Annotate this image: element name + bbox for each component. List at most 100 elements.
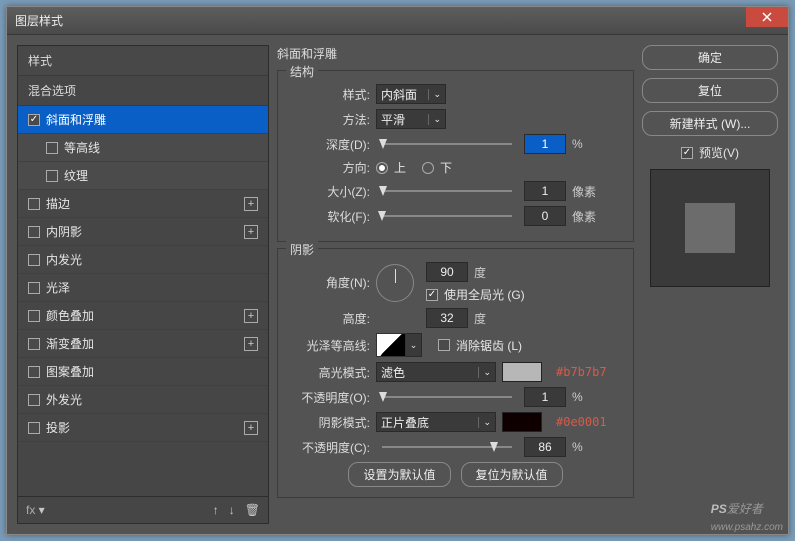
shadow-opacity-slider[interactable] [382, 446, 512, 448]
antialias-label: 消除锯齿 (L) [456, 337, 522, 354]
unit: % [572, 137, 583, 151]
effect-label: 图案叠加 [46, 363, 94, 380]
depth-label: 深度(D): [288, 136, 370, 153]
preview-checkbox[interactable] [681, 147, 693, 159]
depth-input[interactable]: 1 [524, 134, 566, 154]
checkbox[interactable] [28, 394, 40, 406]
close-button[interactable] [746, 7, 788, 27]
plus-icon[interactable]: + [244, 309, 258, 323]
highlight-mode-select[interactable]: 滤色⌄ [376, 362, 496, 382]
styles-heading[interactable]: 样式 [18, 46, 268, 76]
checkbox[interactable] [28, 114, 40, 126]
blend-options-heading[interactable]: 混合选项 [18, 76, 268, 106]
plus-icon[interactable]: + [244, 421, 258, 435]
effect-pattern-overlay[interactable]: 图案叠加 [18, 358, 268, 386]
highlight-color-swatch[interactable] [502, 362, 542, 382]
preview-label: 预览(V) [699, 144, 739, 161]
soften-label: 软化(F): [288, 208, 370, 225]
angle-dial[interactable] [376, 264, 414, 302]
titlebar[interactable]: 图层样式 [7, 7, 788, 35]
checkbox[interactable] [28, 226, 40, 238]
shadow-opacity-input[interactable]: 86 [524, 437, 566, 457]
ok-button[interactable]: 确定 [642, 45, 778, 70]
checkbox[interactable] [28, 282, 40, 294]
structure-group: 结构 样式: 内斜面⌄ 方法: 平滑⌄ 深度(D): 1 % 方向: [277, 70, 634, 242]
effect-color-overlay[interactable]: 颜色叠加 + [18, 302, 268, 330]
shadow-opacity-label: 不透明度(C): [288, 439, 370, 456]
plus-icon[interactable]: + [244, 225, 258, 239]
effects-sidebar: 样式 混合选项 斜面和浮雕 等高线 纹理 [17, 45, 269, 524]
dialog-window: 图层样式 样式 混合选项 斜面和浮雕 等高线 [6, 6, 789, 535]
shadow-color-note: #0e0001 [556, 415, 607, 429]
checkbox[interactable] [28, 338, 40, 350]
group-title: 阴影 [286, 241, 318, 258]
checkbox[interactable] [46, 142, 58, 154]
shading-group: 阴影 角度(N): 90 度 使用全局光 (G) [277, 248, 634, 498]
effects-list: 斜面和浮雕 等高线 纹理 描边 + [18, 106, 268, 496]
plus-icon[interactable]: + [244, 337, 258, 351]
depth-slider[interactable] [382, 143, 512, 145]
shadow-color-swatch[interactable] [502, 412, 542, 432]
reset-default-button[interactable]: 复位为默认值 [461, 462, 563, 487]
angle-label: 角度(N): [288, 274, 370, 291]
preview-inner [685, 203, 735, 253]
panel-title: 斜面和浮雕 [277, 45, 634, 62]
effect-inner-glow[interactable]: 内发光 [18, 246, 268, 274]
method-label: 方法: [288, 111, 370, 128]
effect-outer-glow[interactable]: 外发光 [18, 386, 268, 414]
fx-menu-button[interactable]: fx ▾ [26, 503, 45, 517]
antialias-checkbox[interactable] [438, 339, 450, 351]
gloss-contour-picker[interactable] [376, 333, 406, 357]
size-label: 大小(Z): [288, 183, 370, 200]
checkbox[interactable] [28, 422, 40, 434]
highlight-color-note: #b7b7b7 [556, 365, 607, 379]
altitude-input[interactable]: 32 [426, 308, 468, 328]
move-up-icon[interactable]: ↑ [213, 503, 219, 517]
plus-icon[interactable]: + [244, 197, 258, 211]
right-panel: 确定 复位 新建样式 (W)... 预览(V) [642, 45, 778, 524]
new-style-button[interactable]: 新建样式 (W)... [642, 111, 778, 136]
cancel-button[interactable]: 复位 [642, 78, 778, 103]
checkbox[interactable] [46, 170, 58, 182]
effect-stroke[interactable]: 描边 + [18, 190, 268, 218]
effect-contour[interactable]: 等高线 [18, 134, 268, 162]
unit: 像素 [572, 183, 596, 200]
effect-satin[interactable]: 光泽 [18, 274, 268, 302]
effect-label: 投影 [46, 419, 70, 436]
size-input[interactable]: 1 [524, 181, 566, 201]
soften-input[interactable]: 0 [524, 206, 566, 226]
highlight-opacity-input[interactable]: 1 [524, 387, 566, 407]
direction-down-radio[interactable] [422, 162, 434, 174]
effect-label: 内发光 [46, 251, 82, 268]
size-slider[interactable] [382, 190, 512, 192]
direction-up-radio[interactable] [376, 162, 388, 174]
global-light-checkbox[interactable] [426, 289, 438, 301]
effect-bevel-emboss[interactable]: 斜面和浮雕 [18, 106, 268, 134]
gloss-dropdown[interactable]: ⌄ [406, 333, 422, 357]
soften-slider[interactable] [382, 215, 512, 217]
up-label: 上 [394, 159, 406, 176]
highlight-opacity-slider[interactable] [382, 396, 512, 398]
trash-icon[interactable]: 🗑 [245, 503, 260, 517]
checkbox[interactable] [28, 366, 40, 378]
style-select[interactable]: 内斜面⌄ [376, 84, 446, 104]
watermark: PS爱好者 www.psahz.com [711, 500, 783, 533]
checkbox[interactable] [28, 198, 40, 210]
effect-drop-shadow[interactable]: 投影 + [18, 414, 268, 442]
effect-texture[interactable]: 纹理 [18, 162, 268, 190]
effect-inner-shadow[interactable]: 内阴影 + [18, 218, 268, 246]
gloss-label: 光泽等高线: [288, 337, 370, 354]
shadow-mode-label: 阴影模式: [288, 414, 370, 431]
angle-input[interactable]: 90 [426, 262, 468, 282]
close-icon [762, 12, 772, 22]
method-select[interactable]: 平滑⌄ [376, 109, 446, 129]
checkbox[interactable] [28, 254, 40, 266]
checkbox[interactable] [28, 310, 40, 322]
set-default-button[interactable]: 设置为默认值 [348, 462, 450, 487]
main-panel: 斜面和浮雕 结构 样式: 内斜面⌄ 方法: 平滑⌄ 深度(D): 1 % [277, 45, 634, 524]
effect-label: 纹理 [64, 167, 88, 184]
move-down-icon[interactable]: ↓ [229, 503, 235, 517]
effect-gradient-overlay[interactable]: 渐变叠加 + [18, 330, 268, 358]
effect-label: 颜色叠加 [46, 307, 94, 324]
shadow-mode-select[interactable]: 正片叠底⌄ [376, 412, 496, 432]
